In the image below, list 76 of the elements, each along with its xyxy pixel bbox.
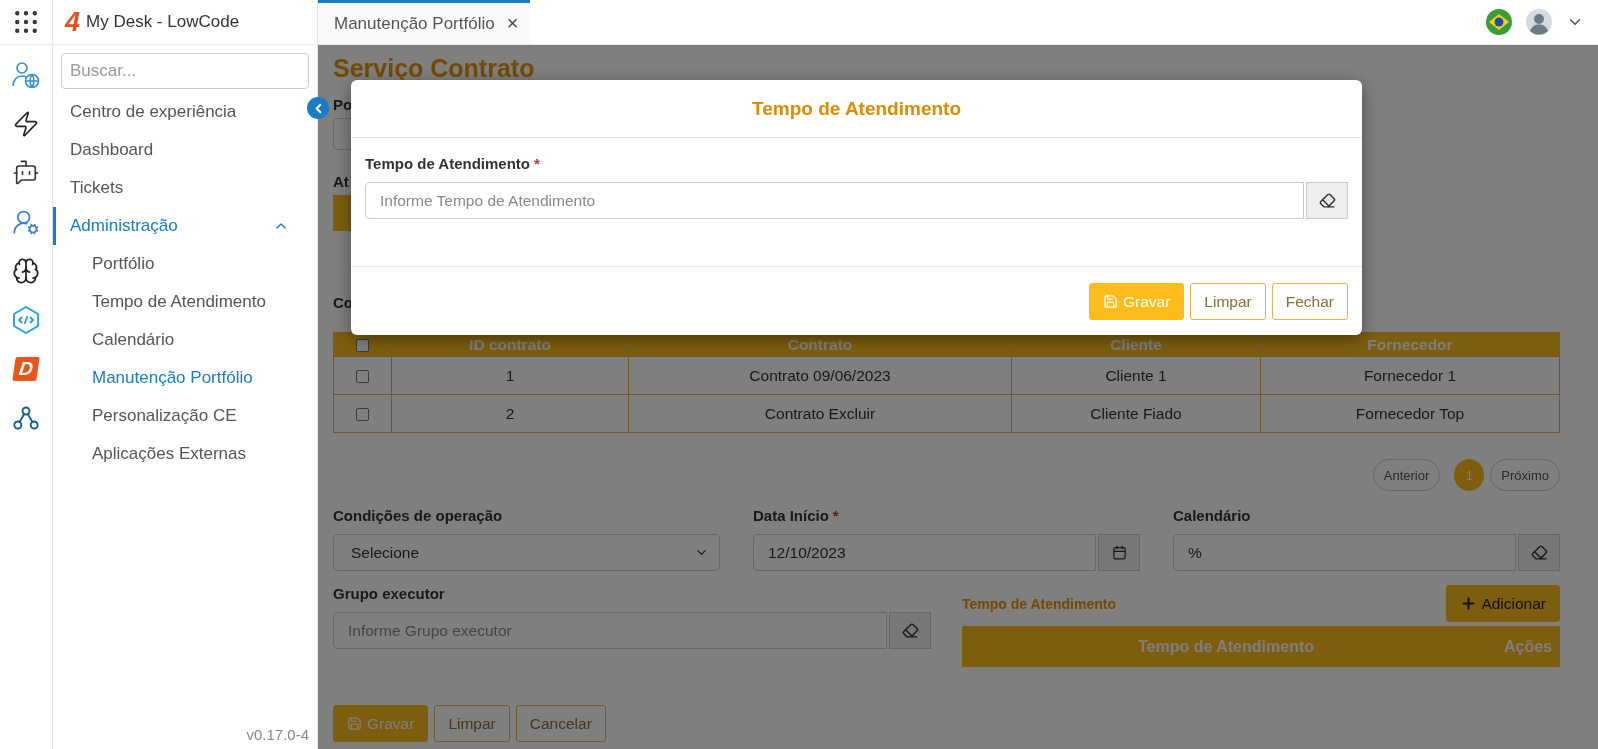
save-icon: [1103, 294, 1118, 309]
checkbox[interactable]: [356, 338, 369, 352]
checkbox[interactable]: [356, 407, 369, 421]
text-field[interactable]: Informe Tempo de Atendimento: [365, 182, 1304, 219]
flag-icon[interactable]: [1486, 9, 1512, 35]
add-button[interactable]: Adicionar: [1446, 585, 1560, 622]
section-title: Tempo de Atendimento: [962, 596, 1116, 612]
next-button[interactable]: Próximo: [1490, 459, 1560, 491]
nav-item[interactable]: Tickets: [53, 169, 303, 207]
nav-item[interactable]: Administração: [53, 207, 303, 245]
brain-icon[interactable]: [12, 257, 40, 285]
table-cell: Fornecedor 1: [1260, 356, 1560, 395]
calendar-icon: [1111, 545, 1127, 560]
table-cell: Cliente 1: [1011, 356, 1261, 395]
lightning-icon[interactable]: [12, 110, 40, 138]
page-title: Serviço Contrato: [333, 53, 536, 83]
action-button[interactable]: Limpar: [1190, 283, 1266, 320]
version-label: v0.17.0-4: [245, 726, 310, 745]
code-hexagon-icon[interactable]: [11, 305, 41, 335]
table-cell: Contrato Excluir: [628, 394, 1012, 433]
text-field[interactable]: Informe Grupo executor: [333, 612, 887, 649]
nav-item[interactable]: Tempo de Atendimento: [53, 283, 303, 321]
modal-title: Tempo de Atendimento: [752, 97, 961, 120]
nodes-icon[interactable]: [12, 404, 40, 432]
eraser-icon: [1318, 192, 1336, 209]
clear-button[interactable]: [889, 612, 931, 649]
nav-item[interactable]: Portfólio: [53, 245, 303, 283]
table-cell: Fornecedor Top: [1260, 394, 1560, 433]
action-button[interactable]: Fechar: [1271, 283, 1348, 320]
previous-button[interactable]: Anterior: [1372, 459, 1441, 491]
select-field[interactable]: Selecione: [333, 534, 720, 571]
avatar-icon[interactable]: [1526, 9, 1552, 35]
field-label: Tempo de Atendimento: [365, 155, 530, 173]
action-button[interactable]: Cancelar: [515, 705, 606, 742]
nav-item[interactable]: Aplicações Externas: [53, 435, 303, 473]
table-cell: 2: [391, 394, 629, 433]
date-field[interactable]: 12/10/2023: [753, 534, 1096, 571]
user-gear-icon[interactable]: [12, 208, 40, 236]
action-button[interactable]: Limpar: [434, 705, 510, 742]
column-header: Fornecedor: [1260, 332, 1560, 357]
field-label: Grupo executor: [333, 585, 445, 603]
field-label: Calendário: [1173, 507, 1251, 525]
tab[interactable]: Manutenção Portfólio ×: [318, 0, 531, 44]
collapse-button[interactable]: [307, 97, 329, 119]
clear-button[interactable]: [1306, 182, 1348, 219]
clear-button[interactable]: [1518, 534, 1560, 571]
required-mark: *: [534, 155, 540, 173]
eraser-icon: [901, 622, 919, 639]
nav-item[interactable]: Centro de experiência: [53, 93, 303, 131]
eraser-icon: [1530, 544, 1548, 561]
app-logo: 4: [65, 6, 81, 38]
nav-item[interactable]: Manutenção Portfólio: [53, 359, 303, 397]
app-title: My Desk - LowCode: [86, 12, 240, 32]
nav-item[interactable]: Personalização CE: [53, 397, 303, 435]
app-badge[interactable]: D: [12, 357, 40, 381]
column-header: Ações: [1502, 637, 1553, 656]
field-label: Condições de operação: [333, 507, 503, 525]
field-label: At: [333, 173, 349, 191]
column-header: Tempo de Atendimento: [1137, 637, 1315, 656]
close-button[interactable]: ×: [506, 12, 519, 35]
calendar-button[interactable]: [1098, 534, 1140, 571]
table-cell: Contrato 09/06/2023: [628, 356, 1012, 395]
checkbox[interactable]: [356, 369, 369, 383]
nav-item[interactable]: Dashboard: [53, 131, 303, 169]
robot-icon[interactable]: [12, 159, 40, 187]
field-label: Data Início: [753, 507, 829, 525]
user-globe-icon[interactable]: [11, 60, 41, 90]
plus-icon: [1460, 595, 1478, 612]
table-cell: Cliente Fiado: [1011, 394, 1261, 433]
text-field[interactable]: %: [1173, 534, 1516, 571]
nav-item[interactable]: Calendário: [53, 321, 303, 359]
table-cell: 1: [391, 356, 629, 395]
field-label: Po: [333, 96, 353, 114]
required-mark: *: [832, 507, 839, 525]
save-icon: [347, 716, 362, 731]
search-field[interactable]: Buscar...: [61, 53, 309, 89]
